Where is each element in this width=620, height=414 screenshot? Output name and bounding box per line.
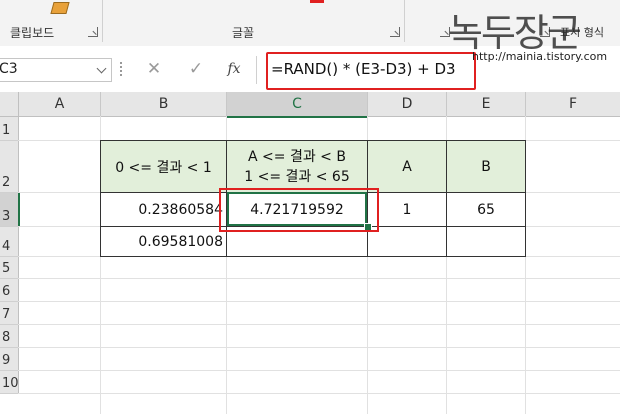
ribbon-separator xyxy=(102,0,103,42)
column-header-b[interactable]: B xyxy=(101,92,227,117)
cell-b2[interactable]: 0 <= 결과 < 1 xyxy=(100,140,227,193)
column-header-e[interactable]: E xyxy=(447,92,526,117)
row-header-4[interactable]: 4 xyxy=(0,227,19,257)
cell-b4[interactable]: 0.69581008 xyxy=(100,226,227,257)
row-header-2[interactable]: 2 xyxy=(0,141,19,193)
row-header-9[interactable]: 9 xyxy=(0,348,19,371)
cell-e3[interactable]: 65 xyxy=(446,192,526,227)
cancel-icon[interactable]: ✕ xyxy=(140,58,168,80)
insert-function-icon[interactable]: fx xyxy=(220,58,248,80)
font-launcher-icon[interactable] xyxy=(390,27,400,37)
select-all-corner[interactable] xyxy=(0,92,19,117)
row-header-6[interactable]: 6 xyxy=(0,279,19,302)
name-box-value: C3 xyxy=(0,61,18,77)
cell-d3[interactable]: 1 xyxy=(367,192,447,227)
font-color-swatch[interactable] xyxy=(310,0,324,3)
formula-text: =RAND() * (E3-D3) + D3 xyxy=(271,60,456,78)
cell-e2[interactable]: B xyxy=(446,140,526,193)
formula-input[interactable]: =RAND() * (E3-D3) + D3 xyxy=(266,52,476,90)
gridline xyxy=(18,301,620,302)
gridline xyxy=(18,347,620,348)
row-header-5[interactable]: 5 xyxy=(0,257,19,279)
column-header-a[interactable]: A xyxy=(19,92,101,117)
highlight-box xyxy=(219,188,379,232)
gridline xyxy=(18,393,620,394)
watermark-logo: 녹두장군 xyxy=(448,11,582,55)
formula-divider xyxy=(256,56,257,84)
ribbon-separator xyxy=(404,0,405,42)
column-header-f[interactable]: F xyxy=(526,92,620,117)
watermark-url: http://mainia.tistory.com xyxy=(472,50,608,63)
cell-d4[interactable] xyxy=(367,226,447,257)
name-box[interactable]: C3 xyxy=(0,58,112,82)
column-header-c[interactable]: C xyxy=(227,92,368,118)
gridline xyxy=(18,370,620,371)
formula-bar-grip[interactable] xyxy=(120,62,124,76)
cell-d2[interactable]: A xyxy=(367,140,447,193)
paste-brush-icon[interactable] xyxy=(50,2,70,14)
row-header-3[interactable]: 3 xyxy=(0,193,20,227)
row-header-8[interactable]: 8 xyxy=(0,325,19,348)
gridline xyxy=(18,278,620,279)
row-header-7[interactable]: 7 xyxy=(0,302,19,325)
font-group-label: 글꼴 xyxy=(232,26,255,40)
cell-b3[interactable]: 0.23860584 xyxy=(100,192,227,227)
cell-e4[interactable] xyxy=(446,226,526,257)
clipboard-group-label: 클립보드 xyxy=(10,26,55,40)
row-header-1[interactable]: 1 xyxy=(0,117,19,141)
column-header-d[interactable]: D xyxy=(368,92,447,117)
gridline xyxy=(18,324,620,325)
clipboard-launcher-icon[interactable] xyxy=(88,27,98,37)
chevron-down-icon[interactable] xyxy=(96,63,107,74)
cell-c2[interactable]: A <= 결과 < B 1 <= 결과 < 65 xyxy=(226,140,368,193)
row-header-10[interactable]: 10 xyxy=(0,371,19,394)
enter-icon[interactable]: ✓ xyxy=(182,58,210,80)
